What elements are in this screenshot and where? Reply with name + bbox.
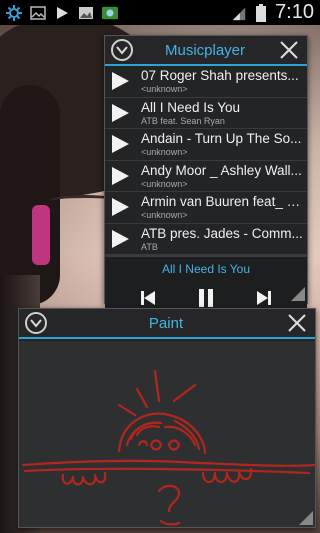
play-icon: [112, 198, 129, 217]
status-bar: 7:10: [0, 0, 320, 25]
list-item[interactable]: Andy Moor _ Ashley Wall... <unknown>: [105, 161, 307, 192]
drawing-canvas[interactable]: [19, 341, 317, 527]
window-title: Paint: [148, 314, 184, 332]
track-title: All I Need Is You: [141, 99, 241, 115]
musicplayer-titlebar[interactable]: Musicplayer: [105, 36, 307, 66]
settings-icon[interactable]: [6, 4, 22, 21]
track-title: Andy Moor _ Ashley Wall...: [141, 162, 302, 178]
list-item[interactable]: Andain - Turn Up The So... <unknown>: [105, 129, 307, 161]
track-title: ATB pres. Jades - Comm...: [141, 225, 303, 241]
list-item[interactable]: ATB pres. Jades - Comm... ATB: [105, 224, 307, 255]
play-icon[interactable]: [54, 5, 70, 21]
track-artist: ATB feat. Sean Ryan: [141, 115, 225, 126]
track-list: 07 Roger Shah presents... <unknown> All I…: [105, 66, 307, 255]
image-icon[interactable]: [30, 5, 46, 21]
track-artist: <unknown>: [141, 147, 188, 158]
list-item[interactable]: All I Need Is You ATB feat. Sean Ryan: [105, 98, 307, 129]
play-icon: [112, 229, 129, 248]
previous-track-button[interactable]: [135, 287, 161, 309]
clock: 7:10: [275, 1, 314, 23]
window-menu-icon[interactable]: [111, 39, 133, 61]
play-icon: [112, 135, 129, 154]
list-item[interactable]: 07 Roger Shah presents... <unknown>: [105, 66, 307, 98]
track-artist: <unknown>: [141, 210, 188, 221]
play-icon: [112, 166, 129, 185]
track-title: 07 Roger Shah presents...: [141, 68, 299, 84]
track-title: Armin van Buuren feat_ E...: [141, 194, 303, 210]
paint-titlebar[interactable]: Paint: [19, 309, 315, 339]
app-icon[interactable]: [102, 5, 118, 21]
musicplayer-window[interactable]: Musicplayer 07 Roger Shah presents... <un…: [104, 35, 308, 314]
close-icon[interactable]: [285, 311, 309, 335]
window-title: Musicplayer: [164, 41, 246, 59]
sketch-drawing: [21, 369, 317, 526]
window-menu-icon[interactable]: [25, 312, 47, 334]
next-track-button[interactable]: [251, 287, 277, 309]
battery-icon: [253, 3, 269, 22]
pause-button[interactable]: [193, 287, 219, 309]
track-artist: <unknown>: [141, 178, 188, 189]
resize-handle-icon[interactable]: [299, 511, 313, 525]
resize-handle-icon[interactable]: [291, 287, 305, 301]
track-artist: <unknown>: [141, 84, 188, 95]
track-artist: ATB: [141, 241, 158, 252]
paint-window[interactable]: Paint: [18, 308, 317, 528]
list-item[interactable]: Armin van Buuren feat_ E... <unknown>: [105, 192, 307, 224]
now-playing-label: All I Need Is You: [105, 255, 307, 281]
picture-icon[interactable]: [78, 5, 94, 21]
track-title: Andain - Turn Up The So...: [141, 131, 302, 147]
signal-icon: [231, 5, 247, 21]
close-icon[interactable]: [277, 38, 301, 62]
play-icon: [112, 72, 129, 91]
play-icon: [112, 103, 129, 122]
